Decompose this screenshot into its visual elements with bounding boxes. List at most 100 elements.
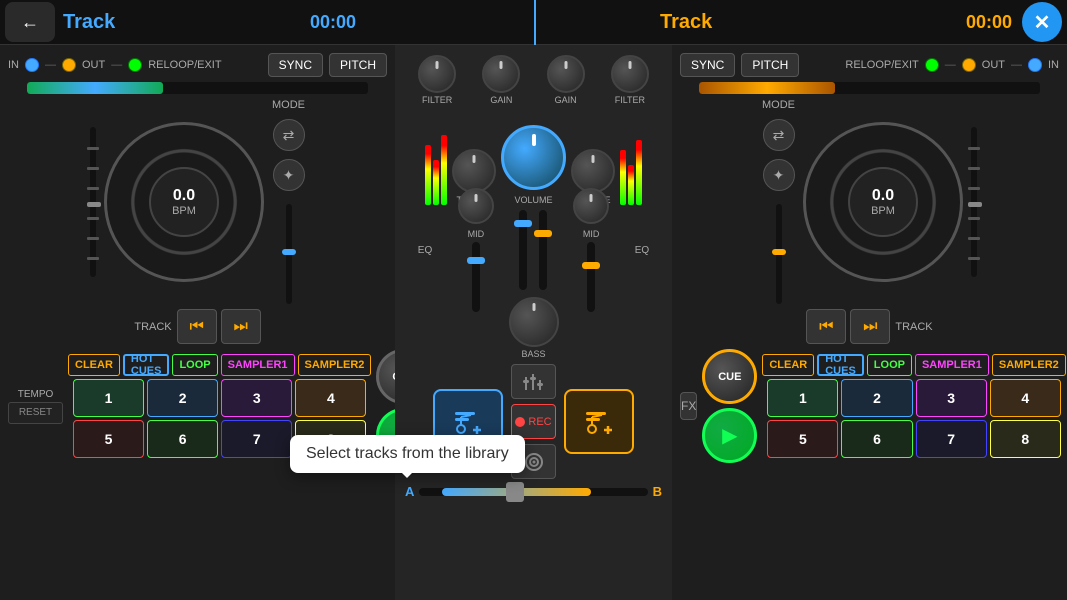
cue-tabs-right: CLEAR HOT CUES LOOP SAMPLER1 SAMPLER2 [762,354,1065,376]
pad-4-right[interactable]: 4 [990,379,1061,417]
music-add-btn-right[interactable] [564,389,634,454]
hot-cues-btn-left[interactable]: HOT CUES [123,354,170,376]
track-next-right[interactable]: ⏭ [850,309,890,344]
waveform-fill-right [699,82,835,94]
sampler1-btn-left[interactable]: SAMPLER1 [221,354,295,376]
treble-right-knob[interactable] [571,149,615,193]
gain-right-knob[interactable] [547,55,585,93]
track-prev-left[interactable]: ⏮ [177,309,217,344]
tempo-handle-left[interactable] [282,249,296,255]
volume-section: VOLUME [501,125,566,205]
pitch-mark-2-left [87,167,99,170]
pad-1-left[interactable]: 1 [73,379,144,417]
pitch-handle-left[interactable] [87,202,101,207]
mode-icon-scratch-right[interactable]: ✦ [763,159,795,191]
blue-vol-fader-handle[interactable] [514,220,532,227]
in-led-right[interactable] [1028,58,1042,72]
eq-bar-3-right [636,140,642,205]
sync-btn-right[interactable]: SYNC [680,53,735,77]
sampler2-btn-left[interactable]: SAMPLER2 [298,354,372,376]
mid-right-knob[interactable] [573,188,609,224]
filter-left-knob[interactable] [418,55,456,93]
fx-btn-right[interactable]: FX [680,392,697,420]
clear-btn-left[interactable]: CLEAR [68,354,120,376]
pad-6-right[interactable]: 6 [841,420,912,458]
pitch-btn-right[interactable]: PITCH [741,53,799,77]
track-next-left[interactable]: ⏭ [221,309,261,344]
pad-8-right[interactable]: 8 [990,420,1061,458]
library-tooltip: Select tracks from the library [290,435,525,473]
mode-label-left: MODE [272,99,305,111]
mode-label-right: MODE [762,99,795,111]
main-content: IN — OUT — RELOOP/EXIT SYNC PITCH [0,45,1067,600]
pad-3-right[interactable]: 3 [916,379,987,417]
pad-5-right[interactable]: 5 [767,420,838,458]
pitch-btn-left[interactable]: PITCH [329,53,387,77]
bpm-value-left: 0.0 [173,187,195,205]
equalizer-btn[interactable] [511,364,556,399]
target-icon [524,452,544,472]
crossfader-handle[interactable] [506,482,524,502]
turntable-right[interactable]: 0.0 BPM [803,122,963,282]
cue-button-right[interactable]: CUE [702,349,757,404]
reloop-led-right[interactable] [925,58,939,72]
crossfader-b-label: B [653,484,662,499]
tooltip-text: Select tracks from the library [306,445,509,462]
pitch-mark-4-left [87,217,99,220]
treble-left-knob[interactable] [452,149,496,193]
reloop-led-left[interactable] [128,58,142,72]
reset-btn-left[interactable]: RESET [8,402,63,424]
eq-bar-3-left [441,135,447,205]
turntable-left[interactable]: 0.0 BPM [104,122,264,282]
pad-2-left[interactable]: 2 [147,379,218,417]
out-label-right: OUT [982,59,1005,71]
in-label-right: IN [1048,59,1059,71]
mid-right-label: MID [583,229,600,239]
deck-left: IN — OUT — RELOOP/EXIT SYNC PITCH [0,45,395,600]
loop-btn-left[interactable]: LOOP [172,354,217,376]
rec-btn[interactable]: REC [511,404,556,439]
mode-icon-swap-right[interactable]: ⇄ [763,119,795,151]
back-button[interactable]: ← [5,2,55,42]
pad-6-left[interactable]: 6 [147,420,218,458]
in-led-left[interactable] [25,58,39,72]
bass-knob[interactable] [509,297,559,347]
gain-left-knob[interactable] [482,55,520,93]
in-label-left: IN [8,59,19,71]
pitch-handle-right[interactable] [968,202,982,207]
hot-cues-btn-right[interactable]: HOT CUES [817,354,864,376]
orange-vol-fader-handle[interactable] [534,230,552,237]
play-button-right[interactable]: ▶ [702,408,757,463]
loop-btn-right[interactable]: LOOP [867,354,912,376]
pad-2-right[interactable]: 2 [841,379,912,417]
pad-7-right[interactable]: 7 [916,420,987,458]
fader-area-left [472,242,480,312]
volume-knob[interactable] [501,125,566,190]
pad-1-right[interactable]: 1 [767,379,838,417]
clear-btn-right[interactable]: CLEAR [762,354,814,376]
mid-left-knob[interactable] [458,188,494,224]
vol-fader-handle-right[interactable] [582,262,600,269]
sync-btn-left[interactable]: SYNC [268,53,323,77]
mode-icon-swap-left[interactable]: ⇄ [273,119,305,151]
vol-fader-handle-left[interactable] [467,257,485,264]
pitch-mark-3-left [87,187,99,190]
filter-right-knob[interactable] [611,55,649,93]
pad-5-left[interactable]: 5 [73,420,144,458]
pad-grid-right: 1 2 3 4 5 6 7 8 [762,379,1065,458]
mode-icon-scratch-left[interactable]: ✦ [273,159,305,191]
deck-right: SYNC PITCH RELOOP/EXIT — OUT — IN [672,45,1067,600]
track-label-right: Track [660,11,712,34]
sampler2-btn-right[interactable]: SAMPLER2 [992,354,1066,376]
out-led-left[interactable] [62,58,76,72]
out-led-right[interactable] [962,58,976,72]
track-prev-right[interactable]: ⏮ [806,309,846,344]
pad-4-left[interactable]: 4 [295,379,366,417]
close-button[interactable]: ✕ [1022,2,1062,42]
pad-3-left[interactable]: 3 [221,379,292,417]
turntable-row-left: 0.0 BPM MODE ⇄ ✦ [8,99,387,304]
sampler1-btn-right[interactable]: SAMPLER1 [915,354,989,376]
pitch-mark-4-right [968,217,980,220]
pad-7-left[interactable]: 7 [221,420,292,458]
tempo-handle-right[interactable] [772,249,786,255]
